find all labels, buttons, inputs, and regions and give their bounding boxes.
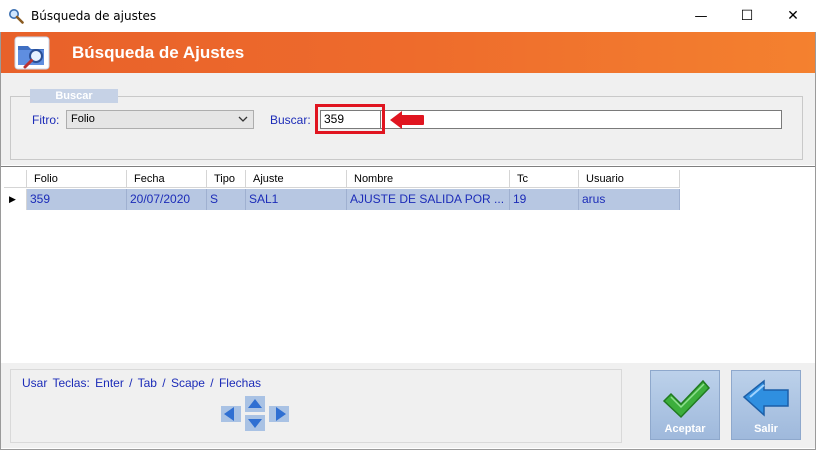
cell-fecha[interactable]: 20/07/2020 (127, 189, 207, 210)
column-header-tc[interactable]: Tc (510, 170, 579, 188)
column-header-fecha[interactable]: Fecha (127, 170, 207, 188)
filter-label: Fitro: (32, 113, 60, 127)
search-label: Buscar: (270, 113, 311, 127)
column-header-usuario[interactable]: Usuario (579, 170, 680, 188)
cell-tc[interactable]: 19 (510, 189, 579, 210)
cell-ajuste[interactable]: SAL1 (246, 189, 347, 210)
close-button[interactable]: ✕ (770, 0, 816, 32)
arrow-left-icon (742, 379, 792, 422)
exit-button-label: Salir (754, 423, 778, 435)
magnifier-app-icon (8, 8, 24, 24)
minimize-button[interactable]: — (678, 0, 724, 32)
row-indicator-icon: ▶ (4, 189, 27, 210)
row-header-corner (4, 170, 27, 188)
cell-folio[interactable]: 359 (27, 189, 127, 210)
column-header-folio[interactable]: Folio (27, 170, 127, 188)
form-title: Búsqueda de Ajustes (72, 43, 245, 62)
column-header-nombre[interactable]: Nombre (347, 170, 510, 188)
red-arrow-left-icon (389, 110, 425, 130)
cell-usuario[interactable]: arus (579, 189, 680, 210)
chevron-down-icon (237, 112, 249, 129)
accept-button-label: Aceptar (664, 423, 706, 435)
cell-tipo[interactable]: S (207, 189, 246, 210)
accept-button[interactable]: Aceptar (650, 370, 720, 440)
column-header-tipo[interactable]: Tipo (207, 170, 246, 188)
folder-search-icon (14, 36, 50, 70)
arrow-keys-icon (220, 396, 290, 432)
exit-button[interactable]: Salir (731, 370, 801, 440)
cell-nombre[interactable]: AJUSTE DE SALIDA POR ... (347, 189, 510, 210)
column-header-ajuste[interactable]: Ajuste (246, 170, 347, 188)
filter-selected-value: Folio (71, 113, 95, 125)
highlight-box (315, 104, 385, 134)
window-title: Búsqueda de ajustes (31, 9, 157, 23)
search-group-legend: Buscar (30, 89, 118, 103)
maximize-button[interactable]: ☐ (724, 0, 770, 32)
keys-help-text: Usar Teclas: Enter / Tab / Scape / Flech… (22, 376, 261, 390)
filter-select[interactable]: Folio (66, 110, 254, 129)
checkmark-icon (661, 377, 711, 424)
